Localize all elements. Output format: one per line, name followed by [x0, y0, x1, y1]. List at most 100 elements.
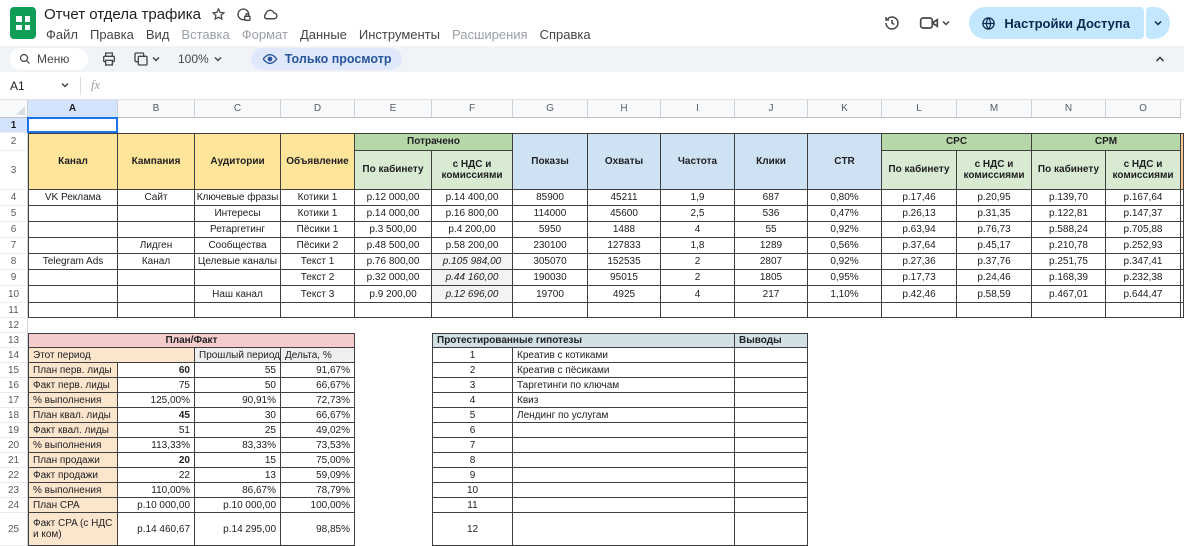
cell-L5[interactable]: р.26,13	[882, 206, 957, 222]
cell-G5[interactable]: 114000	[513, 206, 588, 222]
cell-E7[interactable]: р.48 500,00	[355, 238, 432, 254]
cell-D22[interactable]: 59,09%	[281, 468, 355, 483]
doc-title[interactable]: Отчет отдела трафика	[44, 6, 201, 23]
cell-F5[interactable]: р.16 800,00	[432, 206, 513, 222]
cell-G23[interactable]	[513, 483, 735, 498]
cell-I8[interactable]: 2	[661, 254, 735, 270]
cell-C21[interactable]: 15	[195, 453, 281, 468]
collapse-toolbar-icon[interactable]	[1154, 52, 1166, 70]
menu-item-0[interactable]: Файл	[40, 26, 84, 43]
menu-item-6[interactable]: Инструменты	[353, 26, 446, 43]
cell-A25[interactable]: Факт CPA (с НДС и ком)	[28, 513, 118, 546]
cell-A6[interactable]	[28, 222, 118, 238]
cell-H9[interactable]: 95015	[588, 270, 661, 286]
cell-F19[interactable]: 6	[432, 423, 513, 438]
share-settings-button[interactable]: Настройки Доступа	[969, 7, 1144, 39]
row-header-20[interactable]: 20	[0, 438, 28, 453]
row-header-10[interactable]: 10	[0, 286, 28, 303]
cell-D11[interactable]	[281, 303, 355, 318]
cell-F11[interactable]	[432, 303, 513, 318]
cell-C15[interactable]: 55	[195, 363, 281, 378]
cell-A4[interactable]: VK Реклама	[28, 190, 118, 206]
cell-A10[interactable]	[28, 286, 118, 303]
cell-G9[interactable]: 190030	[513, 270, 588, 286]
cell-J15[interactable]	[735, 363, 808, 378]
cell-B21[interactable]: 20	[118, 453, 195, 468]
cell-C24[interactable]: р.10 000,00	[195, 498, 281, 513]
cell-B4[interactable]: Сайт	[118, 190, 195, 206]
print-button[interactable]	[98, 51, 120, 67]
cell-O11[interactable]	[1106, 303, 1181, 318]
cell-J16[interactable]	[735, 378, 808, 393]
cell-E5[interactable]: р.14 000,00	[355, 206, 432, 222]
cell-H7[interactable]: 127833	[588, 238, 661, 254]
cell-J13[interactable]: Выводы	[735, 333, 808, 348]
share-dropdown-button[interactable]	[1146, 7, 1170, 39]
cell-G6[interactable]: 5950	[513, 222, 588, 238]
cell-B16[interactable]: 75	[118, 378, 195, 393]
cell-C6[interactable]: Ретаргетинг	[195, 222, 281, 238]
column-header-N[interactable]: N	[1032, 100, 1106, 118]
cell-A20[interactable]: % выполнения	[28, 438, 118, 453]
column-header-O[interactable]: O	[1106, 100, 1181, 118]
row-header-17[interactable]: 17	[0, 393, 28, 408]
row-header-1[interactable]: 1	[0, 118, 28, 133]
cell-L11[interactable]	[882, 303, 957, 318]
row-header-2[interactable]: 2	[0, 133, 28, 151]
cell-M3[interactable]: с НДС и комиссиями	[957, 151, 1032, 190]
cell-F13[interactable]: Протестированные гипотезы	[432, 333, 735, 348]
cell-A5[interactable]	[28, 206, 118, 222]
cell-J22[interactable]	[735, 468, 808, 483]
cell-B10[interactable]	[118, 286, 195, 303]
cell-N6[interactable]: р.588,24	[1032, 222, 1106, 238]
cell-A23[interactable]: % выполнения	[28, 483, 118, 498]
cell-O6[interactable]: р.705,88	[1106, 222, 1181, 238]
cell-G18[interactable]: Лендинг по услугам	[513, 408, 735, 423]
cell-A9[interactable]	[28, 270, 118, 286]
cell-F8[interactable]: р.105 984,00	[432, 254, 513, 270]
cell-B18[interactable]: 45	[118, 408, 195, 423]
cell-B20[interactable]: 113,33%	[118, 438, 195, 453]
cell-E3[interactable]: По кабинету	[355, 151, 432, 190]
cell-I5[interactable]: 2,5	[661, 206, 735, 222]
cell-N7[interactable]: р.210,78	[1032, 238, 1106, 254]
cell-D20[interactable]: 73,53%	[281, 438, 355, 453]
cell-E2[interactable]: Потрачено	[355, 133, 513, 151]
cell-N11[interactable]	[1032, 303, 1106, 318]
column-header-H[interactable]: H	[588, 100, 661, 118]
menu-item-8[interactable]: Справка	[534, 26, 597, 43]
cell-M6[interactable]: р.76,73	[957, 222, 1032, 238]
cell-A24[interactable]: План CPA	[28, 498, 118, 513]
cell-C8[interactable]: Целевые каналы	[195, 254, 281, 270]
cell-J20[interactable]	[735, 438, 808, 453]
cell-O9[interactable]: р.232,38	[1106, 270, 1181, 286]
cell-C5[interactable]: Интересы	[195, 206, 281, 222]
cell-F18[interactable]: 5	[432, 408, 513, 423]
cell-C16[interactable]: 50	[195, 378, 281, 393]
cell-D17[interactable]: 72,73%	[281, 393, 355, 408]
cell-A13[interactable]: План/Факт	[28, 333, 355, 348]
cell-D2[interactable]: Объявление	[281, 133, 355, 190]
cell-D9[interactable]: Текст 2	[281, 270, 355, 286]
cell-F21[interactable]: 8	[432, 453, 513, 468]
cell-H11[interactable]	[588, 303, 661, 318]
cell-K8[interactable]: 0,92%	[808, 254, 882, 270]
row-header-9[interactable]: 9	[0, 270, 28, 286]
cell-F15[interactable]: 2	[432, 363, 513, 378]
cell-B19[interactable]: 51	[118, 423, 195, 438]
cell-G22[interactable]	[513, 468, 735, 483]
cell-C20[interactable]: 83,33%	[195, 438, 281, 453]
cell-B23[interactable]: 110,00%	[118, 483, 195, 498]
cell-C14[interactable]: Прошлый период	[195, 348, 281, 363]
row-header-14[interactable]: 14	[0, 348, 28, 363]
cell-I6[interactable]: 4	[661, 222, 735, 238]
cell-N9[interactable]: р.168,39	[1032, 270, 1106, 286]
cell-K6[interactable]: 0,92%	[808, 222, 882, 238]
cell-M4[interactable]: р.20,95	[957, 190, 1032, 206]
cell-K9[interactable]: 0,95%	[808, 270, 882, 286]
cell-B9[interactable]	[118, 270, 195, 286]
star-icon[interactable]	[211, 7, 226, 22]
cell-J25[interactable]	[735, 513, 808, 546]
cell-D25[interactable]: 98,85%	[281, 513, 355, 546]
cell-D7[interactable]: Пёсики 2	[281, 238, 355, 254]
